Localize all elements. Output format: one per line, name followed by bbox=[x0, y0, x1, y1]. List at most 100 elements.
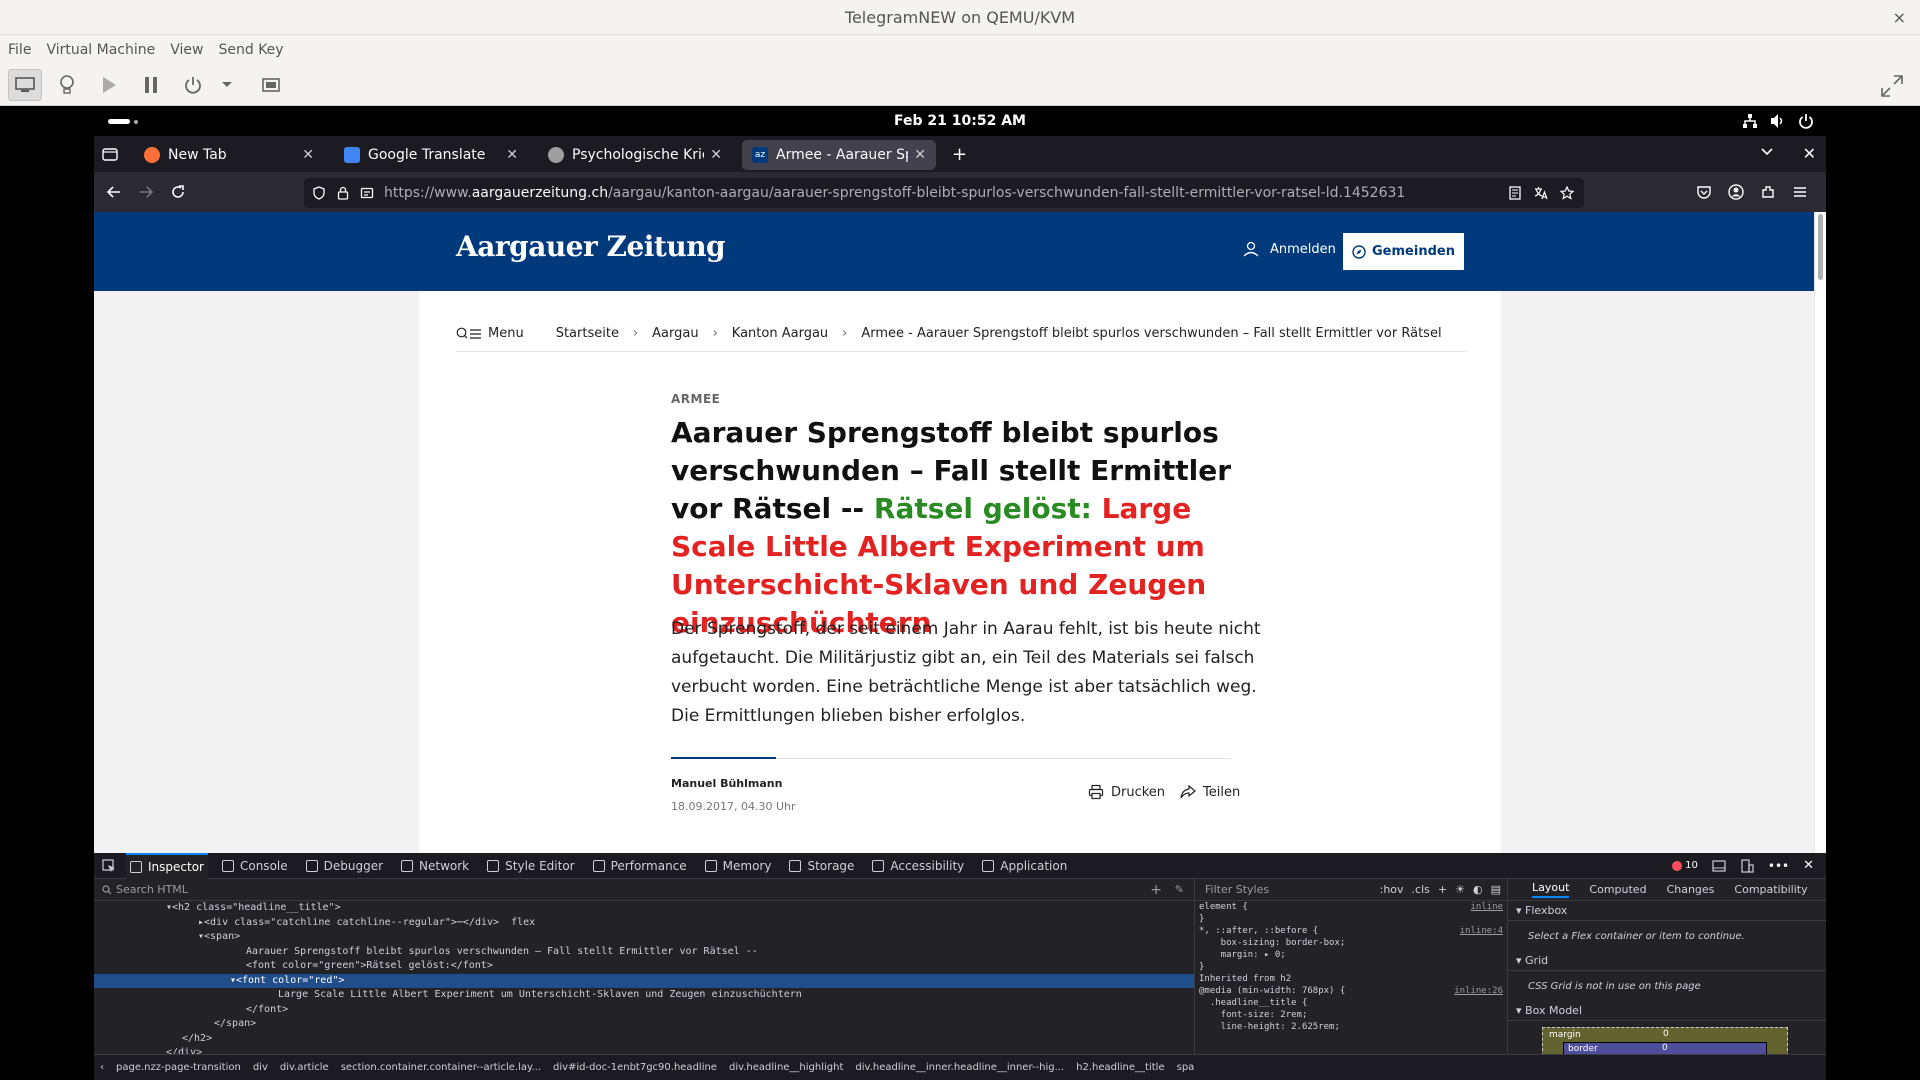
hov-toggle[interactable]: :hov bbox=[1380, 883, 1404, 896]
filter-styles-input[interactable]: Filter Styles :hov .cls + ☀ ◐ ▤ bbox=[1195, 879, 1507, 901]
css-rule-line[interactable]: @media (min-width: 768px) {inline:26 bbox=[1199, 985, 1507, 997]
reader-view-icon[interactable] bbox=[1508, 186, 1522, 200]
margin-value[interactable]: 0 bbox=[1663, 1029, 1669, 1039]
snapshots-button[interactable] bbox=[254, 69, 288, 101]
tab-psychologische[interactable]: Psychologische Kriegsführ ✕ bbox=[538, 140, 732, 170]
menu-send-key[interactable]: Send Key bbox=[218, 42, 283, 58]
css-rule-line[interactable]: line-height: 2.625rem; bbox=[1199, 1021, 1507, 1033]
details-view-button[interactable] bbox=[50, 69, 84, 101]
markup-node-selected[interactable]: ▾<font color="red"> bbox=[94, 973, 1194, 988]
article-author[interactable]: Manuel Bühlmann bbox=[671, 777, 782, 790]
extensions-icon[interactable] bbox=[1760, 184, 1776, 200]
back-button[interactable] bbox=[106, 184, 122, 200]
box-model-margin[interactable]: margin 0 border 0 bbox=[1542, 1027, 1788, 1054]
print-button[interactable]: Drucken bbox=[1088, 784, 1165, 800]
css-rule-line[interactable]: font-size: 2rem; bbox=[1199, 1009, 1507, 1021]
login-link[interactable]: Anmelden bbox=[1242, 240, 1336, 258]
window-close-button[interactable]: ✕ bbox=[1803, 144, 1816, 163]
box-model-border[interactable]: border 0 bbox=[1563, 1042, 1767, 1054]
css-rule-line[interactable]: margin: ▸ 0; bbox=[1199, 949, 1507, 961]
cls-toggle[interactable]: .cls bbox=[1412, 883, 1430, 896]
page-scrollbar[interactable] bbox=[1814, 212, 1826, 853]
close-icon[interactable]: ✕ bbox=[914, 147, 926, 163]
tab-debugger[interactable]: Debugger bbox=[302, 853, 387, 879]
eyedropper-icon[interactable]: ✎ bbox=[1175, 883, 1184, 896]
menu-file[interactable]: File bbox=[8, 42, 31, 58]
tab-accessibility[interactable]: Accessibility bbox=[868, 853, 968, 879]
pause-button[interactable] bbox=[134, 69, 168, 101]
css-rule-line[interactable]: *, ::after, ::before {inline:4 bbox=[1199, 925, 1507, 937]
more-options-icon[interactable]: ••• bbox=[1768, 859, 1789, 873]
css-rule-line[interactable]: element {inline bbox=[1199, 901, 1507, 913]
css-rule-line[interactable]: box-sizing: border-box; bbox=[1199, 937, 1507, 949]
site-logo[interactable]: Aargauer Zeitung bbox=[456, 230, 726, 263]
add-rule-icon[interactable]: + bbox=[1438, 883, 1447, 896]
pocket-icon[interactable] bbox=[1696, 184, 1712, 200]
reload-button[interactable] bbox=[170, 184, 186, 200]
css-rule-source[interactable]: inline:26 bbox=[1454, 986, 1503, 996]
tab-inspector[interactable]: Inspector bbox=[126, 852, 208, 879]
account-icon[interactable] bbox=[1728, 184, 1744, 200]
tab-compatibility[interactable]: Compatibility bbox=[1734, 883, 1807, 896]
print-media-icon[interactable]: ▤ bbox=[1491, 883, 1501, 896]
close-icon[interactable]: ✕ bbox=[710, 147, 722, 163]
tab-computed[interactable]: Computed bbox=[1589, 883, 1646, 896]
url-bar[interactable]: https://www.aargauerzeitung.ch/aargau/ka… bbox=[304, 178, 1584, 208]
run-button[interactable] bbox=[92, 69, 126, 101]
hamburger-menu-icon[interactable] bbox=[1792, 184, 1808, 200]
markup-node[interactable]: ▾<h2 class="headline__title"> bbox=[94, 901, 1194, 916]
menu-button[interactable]: Menu bbox=[456, 326, 524, 341]
tab-layout[interactable]: Layout bbox=[1532, 881, 1570, 898]
host-close-button[interactable]: × bbox=[1893, 8, 1906, 27]
markup-node[interactable]: </span> bbox=[94, 1017, 1194, 1032]
tab-google-translate[interactable]: Google Translate ✕ bbox=[334, 140, 528, 170]
close-icon[interactable]: ✕ bbox=[506, 147, 518, 163]
grid-section[interactable]: ▾ Grid bbox=[1508, 951, 1826, 971]
node-crumb[interactable]: div.article bbox=[280, 1062, 329, 1073]
menu-virtual-machine[interactable]: Virtual Machine bbox=[46, 42, 155, 58]
dock-icon[interactable] bbox=[1712, 859, 1726, 873]
node-crumb[interactable]: div#id-doc-1enbt7gc90.headline bbox=[553, 1062, 717, 1073]
firefox-view-button[interactable] bbox=[102, 146, 118, 162]
tab-memory[interactable]: Memory bbox=[701, 853, 776, 879]
tab-changes[interactable]: Changes bbox=[1667, 883, 1715, 896]
console-view-button[interactable] bbox=[8, 69, 42, 101]
pick-element-icon[interactable] bbox=[102, 858, 116, 873]
tab-style-editor[interactable]: Style Editor bbox=[483, 853, 578, 879]
tab-application[interactable]: Application bbox=[978, 853, 1071, 879]
list-all-tabs-button[interactable] bbox=[1760, 145, 1774, 159]
node-crumb[interactable]: div bbox=[253, 1062, 268, 1073]
dark-mode-icon[interactable]: ◐ bbox=[1473, 883, 1483, 896]
node-crumb[interactable]: section.container.container--article.lay… bbox=[341, 1062, 541, 1073]
tab-performance[interactable]: Performance bbox=[589, 853, 691, 879]
tab-network[interactable]: Network bbox=[397, 853, 473, 879]
markup-node[interactable]: ▸<div class="catchline catchline--regula… bbox=[94, 916, 1194, 931]
css-rule-source[interactable]: inline bbox=[1470, 902, 1503, 912]
scrollbar-thumb[interactable] bbox=[1818, 214, 1823, 280]
shield-icon[interactable] bbox=[312, 186, 326, 200]
add-node-button[interactable]: + bbox=[1150, 882, 1162, 898]
share-button[interactable]: Teilen bbox=[1180, 784, 1240, 800]
tab-armee-active[interactable]: az Armee - Aarauer Sprengs ✕ bbox=[742, 140, 936, 170]
css-rule-line[interactable]: Inherited from h2 bbox=[1199, 973, 1507, 985]
markup-node[interactable]: </div> bbox=[94, 1046, 1194, 1054]
markup-node[interactable]: <font color="green">Rätsel gelöst:</font… bbox=[94, 959, 1194, 974]
css-rule-line[interactable]: .headline__title { bbox=[1199, 997, 1507, 1009]
markup-node[interactable]: </h2> bbox=[94, 1032, 1194, 1047]
node-crumb[interactable]: div.headline__inner.headline__inner--hig… bbox=[855, 1062, 1064, 1073]
system-tray[interactable] bbox=[1742, 113, 1814, 129]
clock[interactable]: Feb 21 10:52 AM bbox=[94, 106, 1826, 136]
css-rule-line[interactable]: } bbox=[1199, 961, 1507, 973]
border-value[interactable]: 0 bbox=[1662, 1043, 1668, 1053]
breadcrumb-startseite[interactable]: Startseite bbox=[556, 326, 619, 341]
new-tab-button[interactable]: + bbox=[952, 144, 967, 165]
error-count[interactable]: 10 bbox=[1672, 860, 1698, 871]
node-crumb[interactable]: div.headline__highlight bbox=[729, 1062, 843, 1073]
node-crumb[interactable]: page.nzz-page-transition bbox=[116, 1062, 241, 1073]
permissions-icon[interactable] bbox=[360, 186, 374, 200]
bookmark-star-icon[interactable] bbox=[1560, 186, 1574, 200]
markup-node[interactable]: Aarauer Sprengstoff bleibt spurlos versc… bbox=[94, 945, 1194, 960]
flexbox-section[interactable]: ▾ Flexbox bbox=[1508, 901, 1826, 921]
fullscreen-button[interactable] bbox=[1880, 74, 1904, 98]
chevron-left-icon[interactable]: ‹ bbox=[100, 1062, 104, 1073]
